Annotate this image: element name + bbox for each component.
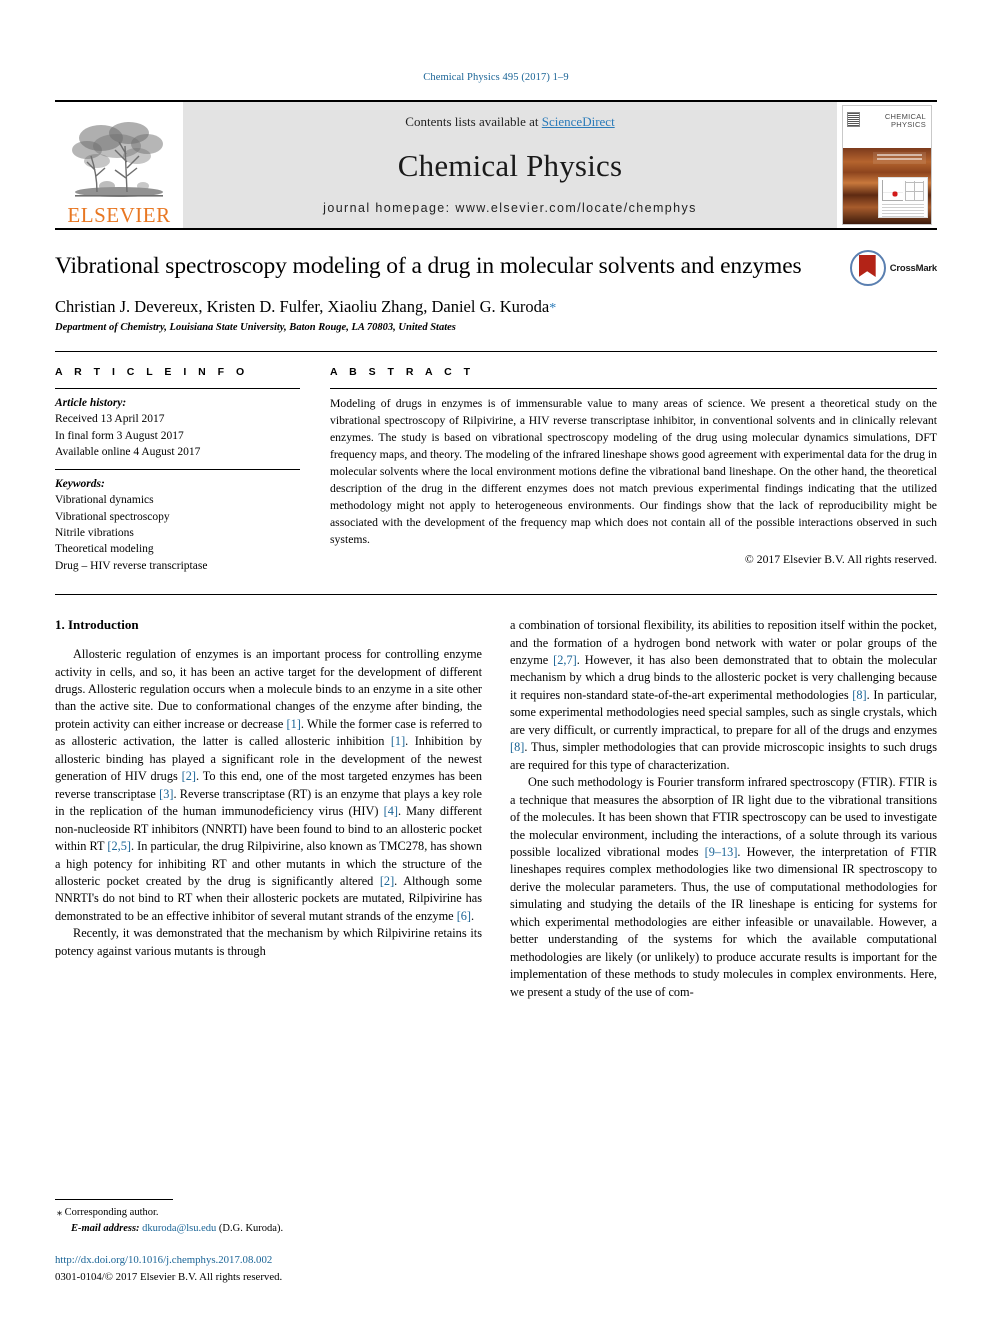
citation-ref[interactable]: [9–13] — [705, 845, 738, 859]
paper-page: Chemical Physics 495 (2017) 1–9 ELSEVIER… — [0, 0, 992, 1323]
elsevier-logo: ELSEVIER — [55, 102, 183, 228]
keyword-item: Vibrational dynamics — [55, 494, 154, 507]
keyword-item: Drug – HIV reverse transcriptase — [55, 559, 208, 572]
cover-artwork — [843, 148, 931, 224]
journal-title: Chemical Physics — [397, 147, 623, 183]
cover-inset-structure-icon — [904, 180, 925, 202]
keyword-item: Theoretical modeling — [55, 543, 154, 556]
citation-ref[interactable]: [2] — [380, 874, 394, 888]
cover-inset-plots — [879, 178, 927, 205]
article-info-column: A R T I C L E I N F O Article history: R… — [55, 366, 300, 574]
journal-masthead: ELSEVIER Contents lists available at Sci… — [55, 100, 937, 228]
body-top-rule — [55, 594, 937, 596]
elsevier-wordmark: ELSEVIER — [67, 203, 171, 227]
cover-inset-plot-icon — [882, 179, 903, 202]
contents-prefix: Contents lists available at — [405, 114, 542, 129]
citation-ref[interactable]: [4] — [384, 804, 398, 818]
page-title: Vibrational spectroscopy modeling of a d… — [55, 253, 802, 279]
keyword-item: Nitrile vibrations — [55, 527, 134, 540]
info-abstract-row: A R T I C L E I N F O Article history: R… — [55, 350, 937, 574]
article-history-block: Article history: Received 13 April 2017 … — [55, 389, 300, 460]
keywords-label: Keywords: — [55, 478, 105, 491]
footnote-block: ⁎ Corresponding author. E-mail address: … — [55, 1199, 495, 1285]
abstract-column: A B S T R A C T Modeling of drugs in enz… — [330, 366, 937, 574]
journal-homepage[interactable]: journal homepage: www.elsevier.com/locat… — [323, 201, 697, 215]
citation-ref[interactable]: [2] — [182, 769, 196, 783]
email-suffix: (D.G. Kuroda). — [216, 1222, 284, 1234]
running-head: Chemical Physics 495 (2017) 1–9 — [423, 72, 569, 83]
crossmark-label: CrossMark — [889, 262, 938, 274]
body-column-left: 1. Introduction Allosteric regulation of… — [55, 617, 482, 1001]
elsevier-tree-icon — [72, 122, 163, 197]
crossmark-badge[interactable]: CrossMark — [849, 250, 938, 286]
body-paragraph: Allosteric regulation of enzymes is an i… — [55, 647, 482, 923]
citation-ref[interactable]: [3] — [159, 787, 173, 801]
email-label: E-mail address: — [71, 1222, 140, 1234]
article-history-label: Article history: — [55, 396, 127, 409]
issn-copyright: 0301-0104/© 2017 Elsevier B.V. All right… — [55, 1270, 283, 1283]
body-paragraph: a combination of torsional flexibility, … — [510, 618, 937, 772]
history-item: Available online 4 August 2017 — [55, 445, 201, 458]
email-note: E-mail address: dkuroda@lsu.edu (D.G. Ku… — [55, 1221, 495, 1237]
crossmark-icon — [849, 250, 886, 286]
footnote-rule — [55, 1199, 173, 1201]
cover-header: CHEMICAL PHYSICS — [843, 106, 931, 149]
citation-ref[interactable]: [1] — [391, 734, 405, 748]
abstract-label: A B S T R A C T — [330, 365, 475, 378]
contents-available-line: Contents lists available at ScienceDirec… — [405, 114, 614, 130]
affiliation: Department of Chemistry, Louisiana State… — [55, 321, 456, 333]
article-info-label: A R T I C L E I N F O — [55, 365, 249, 378]
cover-journal-name: CHEMICAL PHYSICS — [884, 112, 926, 129]
email-link[interactable]: dkuroda@lsu.edu — [142, 1223, 216, 1234]
cover-elsevier-icon — [847, 112, 860, 127]
cover-image: CHEMICAL PHYSICS — [842, 105, 932, 225]
keywords-block: Keywords: Vibrational dynamics Vibration… — [55, 470, 300, 574]
cover-inset-caption — [882, 204, 924, 217]
cover-inset-figure — [878, 176, 928, 218]
asterisk-icon: ⁎ — [57, 1207, 62, 1219]
sciencedirect-link[interactable]: ScienceDirect — [542, 114, 615, 129]
cover-strapline — [872, 152, 926, 165]
abstract-text: Modeling of drugs in enzymes is of immen… — [330, 396, 937, 546]
title-block: Vibrational spectroscopy modeling of a d… — [55, 230, 937, 333]
keyword-item: Vibrational spectroscopy — [55, 510, 170, 523]
author-list: Christian J. Devereux, Kristen D. Fulfer… — [55, 297, 937, 317]
citation-ref[interactable]: [2,5] — [107, 839, 131, 853]
masthead-center: Contents lists available at ScienceDirec… — [183, 102, 837, 228]
history-item: In final form 3 August 2017 — [55, 429, 184, 442]
doi-link[interactable]: http://dx.doi.org/10.1016/j.chemphys.201… — [55, 1252, 495, 1268]
body-columns: 1. Introduction Allosteric regulation of… — [55, 617, 937, 1001]
corresponding-author-note: ⁎ Corresponding author. — [55, 1205, 495, 1221]
history-item: Received 13 April 2017 — [55, 413, 165, 426]
section-heading-introduction: 1. Introduction — [55, 617, 139, 633]
body-paragraph: Recently, it was demonstrated that the m… — [55, 926, 482, 958]
citation-ref[interactable]: [2,7] — [553, 653, 577, 667]
corresponding-author-text: Corresponding author. — [64, 1207, 159, 1219]
citation-ref[interactable]: [8] — [510, 740, 524, 754]
citation-ref[interactable]: [8] — [852, 688, 866, 702]
body-paragraph: One such methodology is Fourier transfor… — [510, 775, 938, 999]
body-column-right: a combination of torsional flexibility, … — [510, 617, 937, 1001]
citation-ref[interactable]: [6] — [457, 909, 471, 923]
corresponding-author-marker[interactable]: * — [549, 301, 556, 316]
authors-names: Christian J. Devereux, Kristen D. Fulfer… — [55, 296, 550, 316]
citation-ref[interactable]: [1] — [287, 717, 301, 731]
abstract-copyright: © 2017 Elsevier B.V. All rights reserved… — [744, 552, 937, 566]
journal-cover-thumbnail: CHEMICAL PHYSICS — [837, 102, 937, 228]
